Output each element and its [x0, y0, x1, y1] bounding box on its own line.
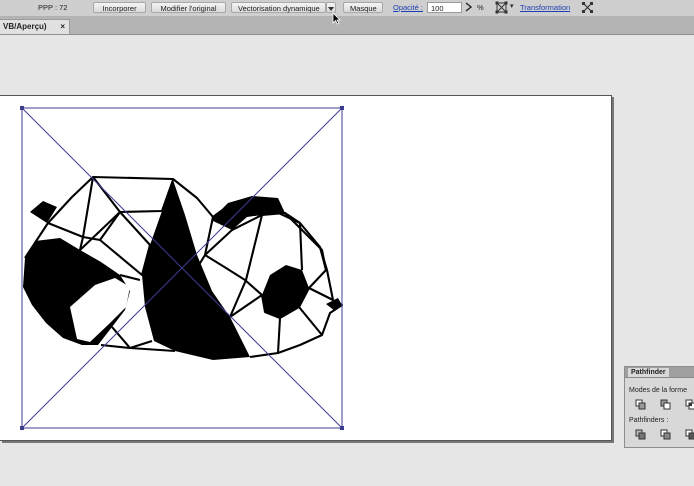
- opacity-percent: %: [477, 3, 484, 12]
- opacity-field[interactable]: 100: [427, 2, 462, 13]
- control-bar: PPP : 72 Incorporer Modifier l'original …: [0, 0, 694, 17]
- close-icon[interactable]: ×: [60, 20, 65, 34]
- ppp-readout: PPP : 72: [38, 3, 68, 12]
- intersect-icon[interactable]: [685, 399, 694, 410]
- cursor-icon: [332, 12, 341, 25]
- arrow-right-icon: [465, 2, 472, 12]
- bounding-box-icon[interactable]: [495, 1, 508, 14]
- trim-icon[interactable]: [660, 429, 672, 440]
- unite-icon[interactable]: [635, 399, 647, 410]
- opacity-label[interactable]: Opacité :: [393, 2, 423, 13]
- divide-icon[interactable]: [635, 429, 647, 440]
- pathfinders-label: Pathfinders :: [629, 417, 669, 424]
- live-trace-button[interactable]: Vectorisation dynamique: [231, 2, 326, 13]
- dropdown-arrow-icon[interactable]: ▾: [510, 1, 514, 12]
- shape-modes-label: Modes de la forme: [629, 387, 687, 394]
- mask-button[interactable]: Masque: [343, 2, 383, 13]
- embed-button[interactable]: Incorporer: [93, 2, 146, 13]
- merge-icon[interactable]: [685, 429, 694, 440]
- left-ear-shape: [30, 201, 57, 223]
- document-tab[interactable]: VB/Aperçu) ×: [0, 19, 70, 34]
- transform-link[interactable]: Transformation: [520, 2, 570, 13]
- align-icon[interactable]: [581, 1, 594, 13]
- edit-original-button[interactable]: Modifier l'original: [151, 2, 226, 13]
- document-tab-title: VB/Aperçu): [3, 22, 47, 31]
- minus-front-icon[interactable]: [660, 399, 672, 410]
- opacity-arrow[interactable]: [465, 2, 472, 13]
- pathfinder-tab[interactable]: Pathfinder: [628, 368, 669, 377]
- document-tab-bar: VB/Aperçu) ×: [0, 17, 694, 35]
- placed-image[interactable]: [0, 95, 612, 441]
- pathfinder-panel: Pathfinder Modes de la forme Pathfinders…: [624, 366, 694, 448]
- panel-header: Pathfinder: [625, 367, 694, 378]
